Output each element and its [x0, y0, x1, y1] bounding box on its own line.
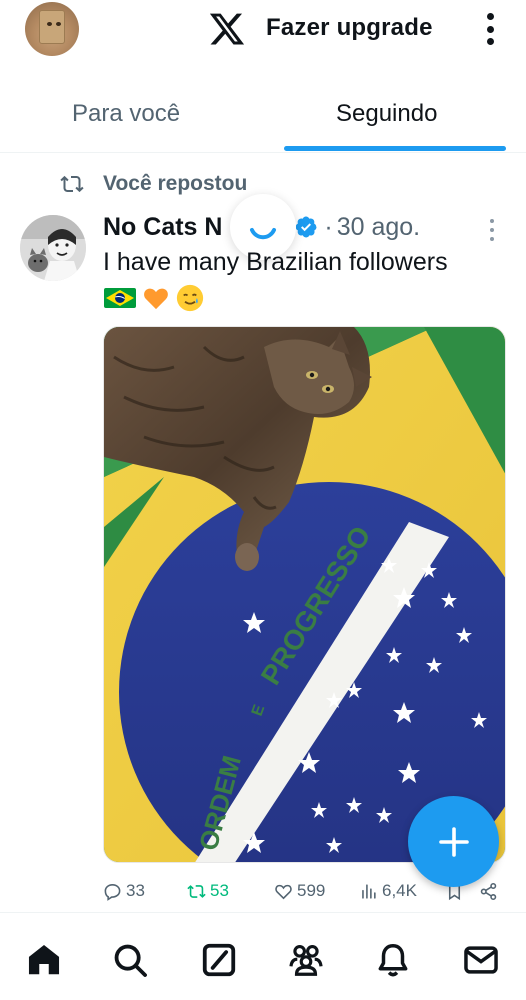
- heart-icon: [275, 884, 292, 899]
- smiling-face-with-tear-emoji-icon: [176, 284, 204, 312]
- verified-badge-icon: [296, 216, 317, 238]
- tweet-date[interactable]: 30 ago.: [337, 213, 420, 242]
- tab-following[interactable]: Seguindo: [336, 100, 437, 128]
- repost-button[interactable]: 53: [187, 876, 229, 906]
- search-icon[interactable]: [111, 941, 149, 979]
- top-bar: Fazer upgrade: [0, 0, 526, 60]
- communities-icon[interactable]: [287, 941, 325, 979]
- spinner-icon: [250, 228, 276, 240]
- tweet-emojis: [103, 284, 205, 312]
- share-button[interactable]: [479, 876, 502, 906]
- views-button[interactable]: 6,4K: [359, 876, 417, 906]
- tweet-text: I have many Brazilian followers: [103, 248, 448, 276]
- tweet-more-icon[interactable]: [488, 219, 496, 241]
- upgrade-button[interactable]: Fazer upgrade: [266, 14, 433, 42]
- timeline-tabs: Para você Seguindo: [0, 90, 526, 153]
- x-logo-icon[interactable]: [208, 10, 246, 48]
- profile-avatar[interactable]: [25, 2, 79, 56]
- repost-count: 53: [210, 881, 229, 900]
- avatar-eye-left: [47, 22, 52, 26]
- brazil-flag-emoji-icon: [104, 288, 136, 308]
- repost-icon: [60, 175, 84, 193]
- bottom-navigation: [0, 912, 526, 1000]
- reply-count: 33: [126, 881, 145, 900]
- share-icon: [480, 882, 497, 900]
- reply-icon: [104, 883, 121, 901]
- views-count: 6,4K: [382, 881, 417, 900]
- messages-icon[interactable]: [462, 941, 500, 979]
- like-button[interactable]: 599: [274, 876, 325, 906]
- avatar-bag-shape: [39, 10, 65, 44]
- orange-heart-emoji-icon: [144, 288, 168, 310]
- plus-icon: [438, 826, 469, 857]
- compose-post-button[interactable]: [408, 796, 499, 887]
- tab-for-you[interactable]: Para você: [72, 100, 180, 128]
- active-tab-indicator: [284, 146, 506, 151]
- cat-on-brazil-flag-image: ORDEM E PROGRESSO: [104, 327, 505, 862]
- meta-separator: ·: [324, 212, 333, 241]
- views-icon: [362, 883, 376, 899]
- author-photo-icon: [20, 215, 86, 281]
- grok-icon[interactable]: [200, 941, 238, 979]
- avatar-eye-right: [56, 22, 61, 26]
- author-name[interactable]: No Cats N: [103, 213, 222, 242]
- social-context: Você repostou: [58, 170, 247, 198]
- home-icon[interactable]: [25, 941, 63, 979]
- social-context-text: Você repostou: [103, 172, 248, 195]
- notifications-icon[interactable]: [374, 941, 412, 979]
- more-vertical-icon[interactable]: [480, 10, 500, 48]
- tweet-author-avatar[interactable]: [20, 215, 86, 281]
- reply-button[interactable]: 33: [103, 876, 145, 906]
- repost-icon: [187, 884, 206, 898]
- tweet-media-image[interactable]: ORDEM E PROGRESSO: [103, 326, 506, 863]
- like-count: 599: [297, 881, 326, 900]
